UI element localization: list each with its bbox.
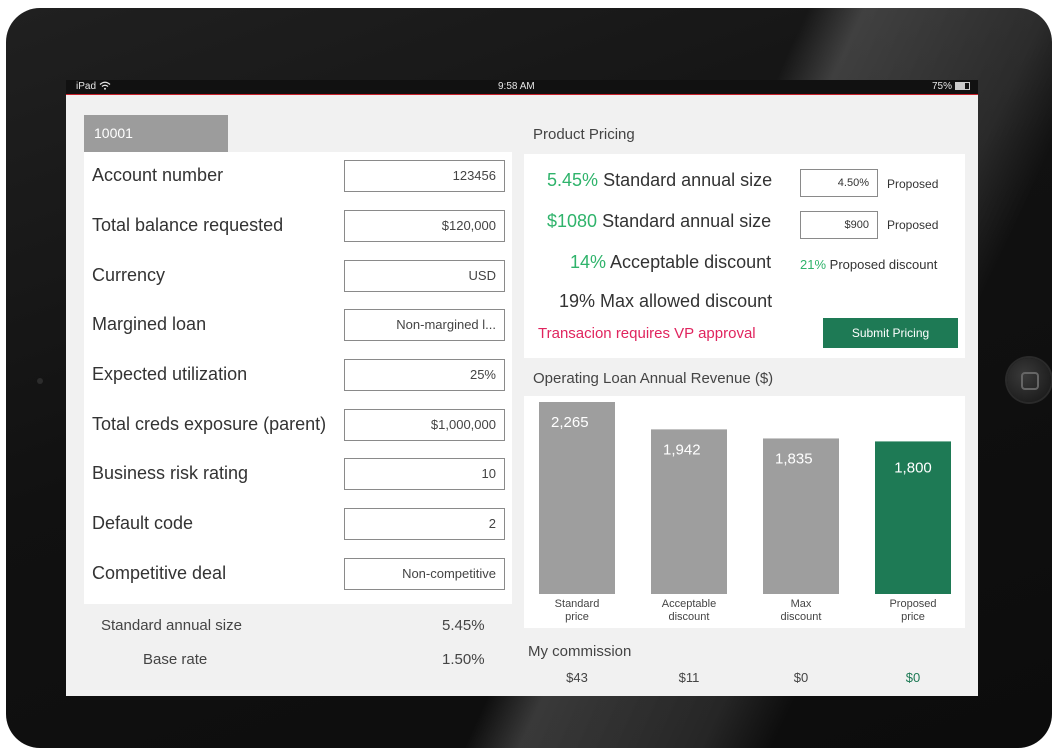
commission-acceptable-discount: $11 xyxy=(678,670,700,685)
category-label: Standard xyxy=(555,598,600,610)
pricing-row-discount: 14% Acceptable discount 21% Proposed dis… xyxy=(524,245,965,285)
status-device: iPad xyxy=(76,80,111,94)
commission-max-discount: $0 xyxy=(793,670,809,685)
proposed-tag: Proposed xyxy=(887,177,939,191)
proposed-rate-input[interactable]: 4.50% xyxy=(800,169,878,197)
acceptable-discount-label: Acceptable discount xyxy=(610,252,772,272)
form-row-total-balance: Total balance requested $120,000 xyxy=(84,202,512,252)
bar-value-label: 2,265 xyxy=(551,414,589,431)
proposed-discount-text: 21% Proposed discount xyxy=(800,257,937,272)
vp-approval-warning: Transacion requires VP approval xyxy=(538,325,756,342)
competitive-deal-field[interactable]: Non-competitive xyxy=(344,558,505,590)
bar-value-label: 1,800 xyxy=(894,459,932,476)
battery-percent: 75% xyxy=(931,81,952,92)
field-label: Margined loan xyxy=(92,314,207,334)
revenue-chart-svg: 2,265Standardprice1,942Acceptablediscoun… xyxy=(539,402,951,623)
base-rate-label: Base rate xyxy=(143,651,208,668)
wifi-icon xyxy=(99,81,111,92)
account-number-field[interactable]: 123456 xyxy=(344,160,505,192)
business-risk-field[interactable]: 10 xyxy=(344,458,505,490)
product-pricing-title: Product Pricing xyxy=(533,126,635,143)
category-label: Acceptable xyxy=(662,598,716,610)
form-row-business-risk: Business risk rating 10 xyxy=(84,450,512,500)
home-button[interactable] xyxy=(1007,358,1051,402)
front-camera xyxy=(37,378,43,384)
field-label: Business risk rating xyxy=(92,463,249,483)
standard-annual-size-label: Standard annual size xyxy=(101,617,242,634)
commission-proposed-price: $0 xyxy=(905,670,921,685)
form-row-expected-utilization: Expected utilization 25% xyxy=(84,351,512,401)
form-row-default-code: Default code 2 xyxy=(84,500,512,550)
form-row-creds-exposure: Total creds exposure (parent) $1,000,000 xyxy=(84,401,512,451)
bar-value-label: 1,835 xyxy=(775,450,813,467)
revenue-chart: 2,265 Standard price 1,942 Acceptable discoun… xyxy=(524,396,965,628)
margined-loan-field[interactable]: Non-margined l... xyxy=(344,309,505,341)
field-label: Account number xyxy=(92,165,224,185)
standard-rate-text: 5.45% Standard annual size xyxy=(547,170,772,191)
field-label: Expected utilization xyxy=(92,364,248,384)
account-id-tab[interactable]: 10001 xyxy=(84,115,228,152)
standard-amount-label: Standard annual size xyxy=(602,211,772,231)
bar-value-label: 1,942 xyxy=(663,441,701,458)
currency-field[interactable]: USD xyxy=(344,260,505,292)
field-label: Total creds exposure (parent) xyxy=(92,414,327,434)
base-rate-value: 1.50% xyxy=(442,651,485,668)
app-screen: iPad 9:58 AM 75% 10001 Account number 12… xyxy=(66,80,978,696)
max-discount-text: 19% Max allowed discount xyxy=(559,291,773,311)
revenue-chart-title: Operating Loan Annual Revenue ($) xyxy=(533,370,774,387)
acceptable-discount-value: 14% xyxy=(570,252,607,272)
pricing-row-amount: $1080 Standard annual size $900 Proposed xyxy=(524,201,965,241)
standard-amount-text: $1080 Standard annual size xyxy=(547,211,771,232)
device-name: iPad xyxy=(76,81,97,92)
proposed-tag: Proposed xyxy=(887,218,939,232)
form-row-margined-loan: Margined loan Non-margined l... xyxy=(84,301,512,351)
creds-exposure-field[interactable]: $1,000,000 xyxy=(344,409,505,441)
battery-icon xyxy=(955,82,970,90)
pricing-panel: 5.45% Standard annual size 4.50% Propose… xyxy=(524,154,965,358)
field-label: Competitive deal xyxy=(92,563,227,583)
standard-rate-label: Standard annual size xyxy=(603,170,773,190)
home-square-icon xyxy=(1021,372,1039,390)
default-code-field[interactable]: 2 xyxy=(344,508,505,540)
field-label: Total balance requested xyxy=(92,215,284,235)
standard-rate-value: 5.45% xyxy=(547,170,599,190)
status-bar: iPad 9:58 AM 75% xyxy=(66,80,978,95)
standard-annual-size-value: 5.45% xyxy=(442,617,485,634)
acceptable-discount-text: 14% Acceptable discount xyxy=(570,252,771,273)
form-row-account-number: Account number 123456 xyxy=(84,152,512,202)
category-label: price xyxy=(565,611,589,623)
form-row-currency: Currency USD xyxy=(84,252,512,302)
category-label: Max xyxy=(791,598,812,610)
status-time: 9:58 AM xyxy=(498,81,535,92)
form-row-competitive-deal: Competitive deal Non-competitive xyxy=(84,550,512,600)
account-form: Account number 123456 Total balance requ… xyxy=(84,152,512,604)
proposed-amount-input[interactable]: $900 xyxy=(800,211,878,239)
field-label: Default code xyxy=(92,513,194,533)
category-label: discount xyxy=(781,611,822,623)
expected-utilization-field[interactable]: 25% xyxy=(344,359,505,391)
submit-pricing-button[interactable]: Submit Pricing xyxy=(823,318,958,348)
status-battery: 75% xyxy=(932,80,970,94)
category-label: price xyxy=(901,611,925,623)
total-balance-field[interactable]: $120,000 xyxy=(344,210,505,242)
commission-standard-price: $43 xyxy=(566,670,588,685)
my-commission-title: My commission xyxy=(528,643,632,660)
category-label: Proposed xyxy=(889,598,936,610)
pricing-row-rate: 5.45% Standard annual size 4.50% Propose… xyxy=(524,159,965,199)
standard-amount-value: $1080 xyxy=(547,211,598,231)
proposed-discount-label: Proposed discount xyxy=(829,257,938,272)
field-label: Currency xyxy=(92,265,166,285)
category-label: discount xyxy=(669,611,710,623)
proposed-discount-value: 21% xyxy=(800,257,827,272)
